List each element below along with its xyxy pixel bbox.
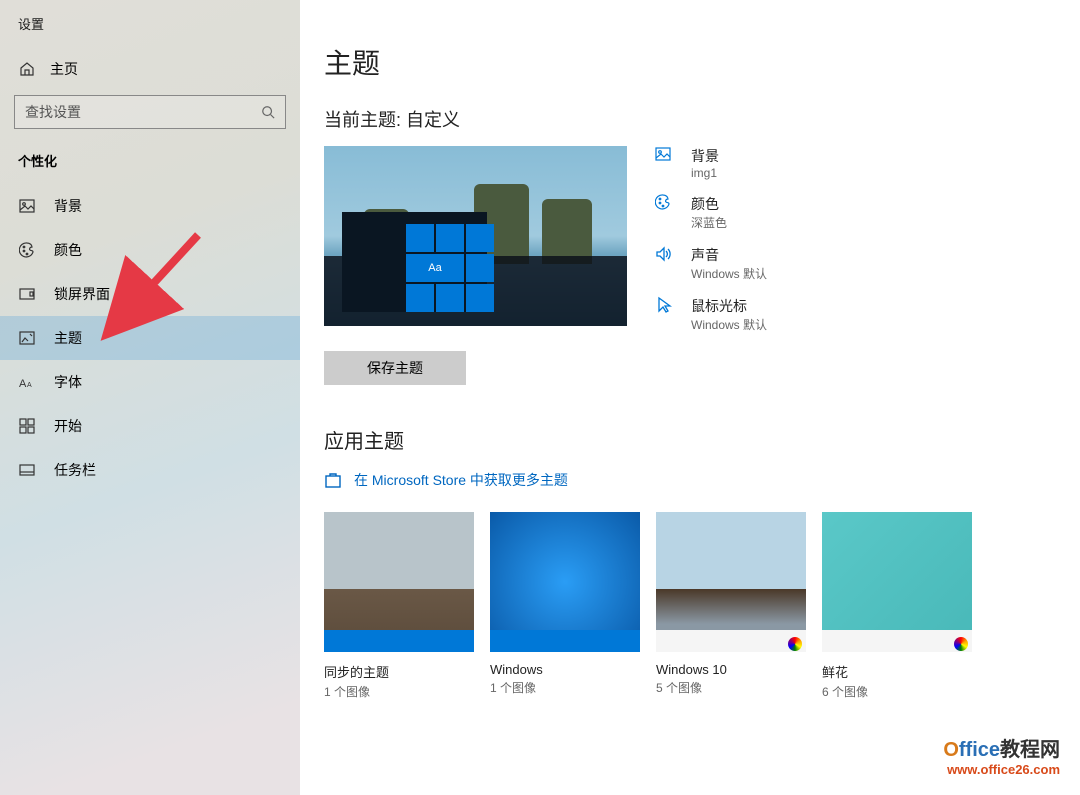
section-label: 个性化 [0,147,300,184]
sidebar-item-label: 主题 [54,328,82,348]
image-icon [655,146,677,168]
theme-card[interactable]: 同步的主题 1 个图像 [324,512,474,700]
sidebar-item-image[interactable]: 背景 [0,184,300,228]
save-theme-button[interactable]: 保存主题 [324,351,466,385]
color-badge-icon [788,637,802,651]
home-label: 主页 [50,59,78,79]
sidebar: 设置 主页 查找设置 个性化 背景颜色锁屏界面主题 AA 字体开始任务栏 [0,0,300,795]
search-icon [261,105,275,119]
search-placeholder: 查找设置 [25,102,81,122]
start-icon [18,417,36,435]
setting-label: 颜色 [691,194,727,214]
sidebar-item-label: 开始 [54,416,82,436]
palette-icon [655,194,677,216]
theme-name: Windows [490,662,640,677]
setting-value: Windows 默认 [691,265,767,282]
apply-theme-title: 应用主题 [324,425,1080,454]
theme-setting-image[interactable]: 背景img1 [655,146,767,180]
sidebar-item-palette[interactable]: 颜色 [0,228,300,272]
setting-label: 声音 [691,245,767,265]
theme-name: 同步的主题 [324,662,474,681]
theme-icon [18,329,36,347]
store-icon [324,471,342,489]
theme-setting-sound[interactable]: 声音Windows 默认 [655,245,767,282]
sidebar-item-lock[interactable]: 锁屏界面 [0,272,300,316]
sidebar-item-font[interactable]: AA 字体 [0,360,300,404]
window-title: 设置 [0,8,300,49]
sidebar-item-label: 颜色 [54,240,82,260]
sidebar-item-label: 锁屏界面 [54,284,110,304]
theme-card[interactable]: Windows 1 个图像 [490,512,640,700]
setting-label: 背景 [691,146,719,166]
sidebar-item-label: 任务栏 [54,460,96,480]
page-title: 主题 [324,42,1080,82]
theme-count: 5 个图像 [656,679,806,696]
theme-count: 1 个图像 [324,683,474,700]
svg-text:A: A [27,382,32,389]
palette-icon [18,241,36,259]
svg-text:A: A [19,378,27,390]
setting-value: 深蓝色 [691,214,727,231]
watermark: Office教程网 www.office26.com [943,733,1060,777]
main-content: 主题 当前主题: 自定义 Aa 背景img1颜色深蓝色声音Windows 默认鼠… [300,0,1080,795]
theme-name: 鲜花 [822,662,972,681]
theme-name: Windows 10 [656,662,806,677]
store-link-label: 在 Microsoft Store 中获取更多主题 [354,470,568,490]
sidebar-item-start[interactable]: 开始 [0,404,300,448]
sidebar-item-theme[interactable]: 主题 [0,316,300,360]
cursor-icon [655,296,677,318]
theme-setting-palette[interactable]: 颜色深蓝色 [655,194,767,231]
current-theme-label: 当前主题: 自定义 [324,106,1080,132]
setting-value: Windows 默认 [691,316,767,333]
setting-label: 鼠标光标 [691,296,767,316]
sidebar-item-label: 字体 [54,372,82,392]
theme-setting-cursor[interactable]: 鼠标光标Windows 默认 [655,296,767,333]
theme-count: 1 个图像 [490,679,640,696]
theme-count: 6 个图像 [822,683,972,700]
preview-tile-aa: Aa [406,254,464,282]
sound-icon [655,245,677,267]
taskbar-icon [18,461,36,479]
setting-value: img1 [691,166,719,180]
sidebar-item-label: 背景 [54,196,82,216]
home-icon [18,60,36,78]
color-badge-icon [954,637,968,651]
theme-card[interactable]: Windows 10 5 个图像 [656,512,806,700]
theme-preview[interactable]: Aa [324,146,627,326]
font-icon: AA [18,373,36,391]
home-link[interactable]: 主页 [0,49,300,95]
search-input[interactable]: 查找设置 [14,95,286,129]
store-link[interactable]: 在 Microsoft Store 中获取更多主题 [324,470,1080,490]
sidebar-item-taskbar[interactable]: 任务栏 [0,448,300,492]
lock-icon [18,285,36,303]
theme-card[interactable]: 鲜花 6 个图像 [822,512,972,700]
image-icon [18,197,36,215]
